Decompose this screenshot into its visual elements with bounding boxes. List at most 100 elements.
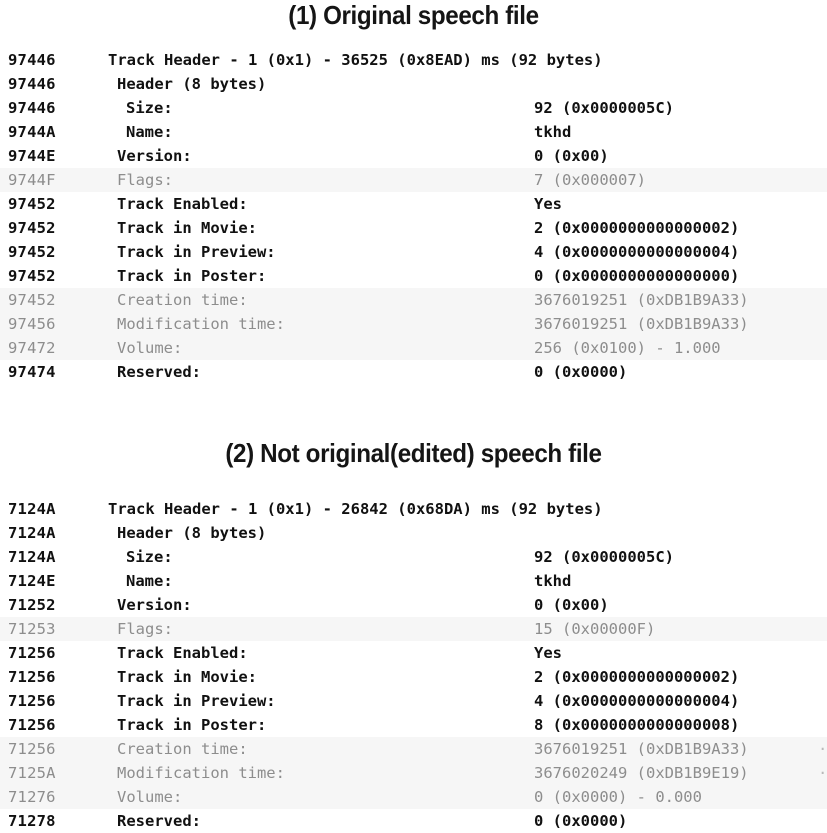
dump-row[interactable]: 7124E Name: tkhd — [0, 569, 827, 593]
dump-row[interactable]: 97452 Creation time: 3676019251 (0xDB1B9A3… — [0, 288, 827, 312]
row-value: 3676020249 (0xDB1B9E19) — [534, 764, 749, 782]
row-address: 71256 — [8, 716, 56, 734]
row-label: Modification time: — [117, 315, 285, 333]
row-label: Name: — [126, 572, 173, 590]
dump-row[interactable]: 71256 Track Enabled: Yes — [0, 641, 827, 665]
row-label: Reserved: — [117, 812, 201, 830]
dump-row[interactable]: 97446 Track Header - 1 (0x1) - 36525 (0x8… — [0, 48, 827, 72]
row-label: Track in Movie: — [117, 219, 257, 237]
row-value: 92 (0x0000005C) — [534, 99, 674, 117]
row-address: 97472 — [8, 339, 56, 357]
row-label: Track Header - 1 (0x1) - 26842 (0x68DA) … — [108, 500, 603, 518]
clipped-edge-glyph: · — [818, 740, 827, 758]
dump-row[interactable]: 7124A Track Header - 1 (0x1) - 26842 (0x6… — [0, 497, 827, 521]
dump-row[interactable]: 71256 Creation time: 3676019251 (0xDB1B9A3… — [0, 737, 827, 761]
row-value: 7 (0x000007) — [534, 171, 646, 189]
row-address: 7124A — [8, 548, 56, 566]
dump-row[interactable]: 71252 Version: 0 (0x00) — [0, 593, 827, 617]
dump-row[interactable]: 71256 Track in Movie: 2 (0x000000000000000… — [0, 665, 827, 689]
row-value: 92 (0x0000005C) — [534, 548, 674, 566]
row-label: Flags: — [117, 620, 173, 638]
row-label: Volume: — [117, 339, 183, 357]
row-label: Track Enabled: — [117, 195, 248, 213]
row-address: 97456 — [8, 315, 56, 333]
row-address: 71256 — [8, 644, 56, 662]
hex-dump-listing-original: 97446 Track Header - 1 (0x1) - 36525 (0x8… — [0, 48, 827, 384]
dump-row[interactable]: 97446 Header (8 bytes) — [0, 72, 827, 96]
dump-row[interactable]: 97456 Modification time: 3676019251 (0xDB1… — [0, 312, 827, 336]
row-label: Track in Poster: — [117, 267, 267, 285]
row-label: Volume: — [117, 788, 183, 806]
row-label: Flags: — [117, 171, 173, 189]
row-value: 0 (0x0000000000000000) — [534, 267, 740, 285]
row-label: Creation time: — [117, 740, 248, 758]
dump-row[interactable]: 71276 Volume: 0 (0x0000) - 0.000 — [0, 785, 827, 809]
dump-row[interactable]: 97452 Track Enabled: Yes — [0, 192, 827, 216]
row-address: 7124A — [8, 524, 56, 542]
row-address: 9744E — [8, 147, 56, 165]
row-label: Track Enabled: — [117, 644, 248, 662]
row-label: Name: — [126, 123, 173, 141]
row-address: 97452 — [8, 267, 56, 285]
row-value: 3676019251 (0xDB1B9A33) — [534, 740, 749, 758]
row-value: 0 (0x00) — [534, 147, 609, 165]
dump-row[interactable]: 71256 Track in Preview: 4 (0x0000000000000… — [0, 689, 827, 713]
row-value: tkhd — [534, 572, 572, 590]
dump-row[interactable]: 97452 Track in Movie: 2 (0x000000000000000… — [0, 216, 827, 240]
row-address: 7125A — [8, 764, 56, 782]
row-address: 97446 — [8, 99, 56, 117]
row-address: 71256 — [8, 740, 56, 758]
row-label: Header (8 bytes) — [117, 75, 267, 93]
row-address: 71278 — [8, 812, 56, 830]
row-label: Track in Movie: — [117, 668, 257, 686]
dump-row[interactable]: 71278 Reserved: 0 (0x0000) — [0, 809, 827, 833]
row-address: 97452 — [8, 195, 56, 213]
dump-row[interactable]: 7124A Size: 92 (0x0000005C) — [0, 545, 827, 569]
row-value: 256 (0x0100) - 1.000 — [534, 339, 721, 357]
row-value: Yes — [534, 195, 562, 213]
dump-row[interactable]: 9744F Flags: 7 (0x000007) — [0, 168, 827, 192]
row-address: 97474 — [8, 363, 56, 381]
row-label: Track in Preview: — [117, 692, 276, 710]
dump-row[interactable]: 9744E Version: 0 (0x00) — [0, 144, 827, 168]
section-title-original: (1) Original speech file — [288, 0, 539, 30]
row-address: 97446 — [8, 75, 56, 93]
row-value: 0 (0x00) — [534, 596, 609, 614]
row-address: 71253 — [8, 620, 56, 638]
row-value: 8 (0x0000000000000008) — [534, 716, 740, 734]
row-value: 4 (0x0000000000000004) — [534, 243, 740, 261]
row-label: Creation time: — [117, 291, 248, 309]
dump-row[interactable]: 71253 Flags: 15 (0x00000F) — [0, 617, 827, 641]
row-value: 0 (0x0000) — [534, 363, 628, 381]
row-label: Modification time: — [117, 764, 285, 782]
dump-row[interactable]: 7125A Modification time: 3676020249 (0xDB1… — [0, 761, 827, 785]
row-value: 2 (0x0000000000000002) — [534, 668, 740, 686]
dump-row[interactable]: 97472 Volume: 256 (0x0100) - 1.000 — [0, 336, 827, 360]
row-label: Size: — [126, 548, 173, 566]
row-address: 97446 — [8, 51, 56, 69]
dump-row[interactable]: 7124A Header (8 bytes) — [0, 521, 827, 545]
row-address: 71256 — [8, 692, 56, 710]
row-label: Track in Poster: — [117, 716, 267, 734]
hex-dump-listing-edited: 7124A Track Header - 1 (0x1) - 26842 (0x6… — [0, 497, 827, 833]
dump-row[interactable]: 97446 Size: 92 (0x0000005C) — [0, 96, 827, 120]
dump-row[interactable]: 97474 Reserved: 0 (0x0000) — [0, 360, 827, 384]
row-address: 9744F — [8, 171, 56, 189]
row-address: 7124E — [8, 572, 56, 590]
row-value: 3676019251 (0xDB1B9A33) — [534, 315, 749, 333]
dump-row[interactable]: 71256 Track in Poster: 8 (0x00000000000000… — [0, 713, 827, 737]
row-value: Yes — [534, 644, 562, 662]
clipped-edge-glyph: · — [818, 764, 827, 782]
row-value: 3676019251 (0xDB1B9A33) — [534, 291, 749, 309]
section-title-edited: (2) Not original(edited) speech file — [225, 438, 602, 468]
row-address: 9744A — [8, 123, 56, 141]
row-value: 15 (0x00000F) — [534, 620, 656, 638]
dump-row[interactable]: 9744A Name: tkhd — [0, 120, 827, 144]
row-address: 71256 — [8, 668, 56, 686]
dump-row[interactable]: 97452 Track in Poster: 0 (0x00000000000000… — [0, 264, 827, 288]
dump-row[interactable]: 97452 Track in Preview: 4 (0x0000000000000… — [0, 240, 827, 264]
page-root: (1) Original speech file 97446 Track Head… — [0, 0, 827, 833]
row-value: 0 (0x0000) — [534, 812, 628, 830]
row-address: 71252 — [8, 596, 56, 614]
row-label: Track Header - 1 (0x1) - 36525 (0x8EAD) … — [108, 51, 603, 69]
